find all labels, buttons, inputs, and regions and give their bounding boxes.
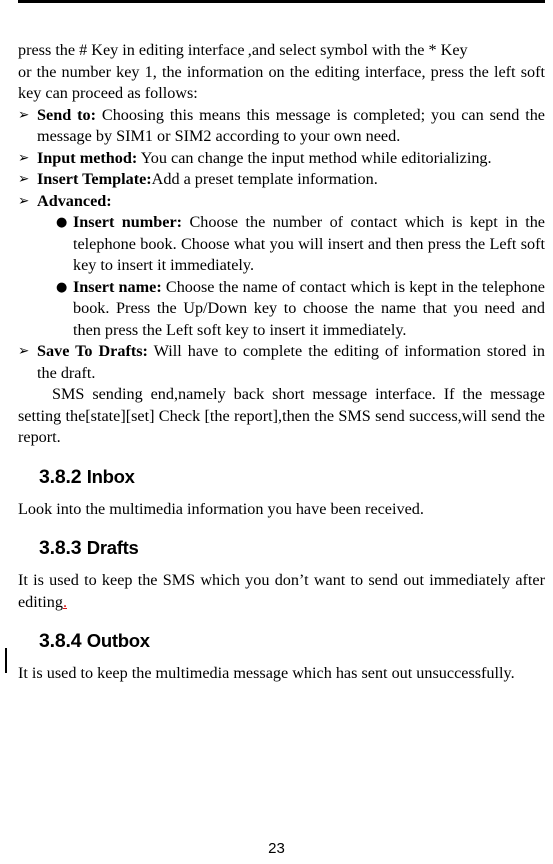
list-item-advanced: ➢ Advanced: xyxy=(18,191,545,213)
tracked-insertion-mark: . xyxy=(62,592,68,611)
list-item-input-method: ➢ Input method: You can change the input… xyxy=(18,148,545,170)
list-item-label: Send to: xyxy=(37,105,96,124)
arrow-bullet-icon: ➢ xyxy=(18,106,30,123)
list-item-label: Advanced: xyxy=(37,191,112,210)
list-item-body: Add a preset template information. xyxy=(151,170,378,188)
intro-paragraph: press the # Key in editing interface ,an… xyxy=(18,40,545,105)
list-item-save-to-drafts: ➢ Save To Drafts: Will have to complete … xyxy=(18,341,545,384)
heading-3-8-2: 3.8.2 Inbox xyxy=(18,463,545,491)
heading-3-8-4: 3.8.4 Outbox xyxy=(18,627,545,655)
sublist-item-insert-number: ● Insert number: Choose the number of co… xyxy=(56,212,545,277)
section-body-inbox: Look into the multimedia information you… xyxy=(18,499,424,518)
arrow-bullet-icon: ➢ xyxy=(18,343,30,359)
list-item-label: Insert Template: xyxy=(37,170,152,188)
intro-line-1: press the # Key in editing interface ,an… xyxy=(18,41,468,59)
list-item-insert-template: ➢ Insert Template:Add a preset template … xyxy=(18,169,545,191)
list-item-label: Save To Drafts: xyxy=(37,342,148,360)
heading-title: Inbox xyxy=(86,465,135,487)
sublist-item-label: Insert number: xyxy=(73,213,183,231)
section-body-drafts: It is used to keep the SMS which you don… xyxy=(18,570,545,613)
heading-title: Outbox xyxy=(86,630,150,651)
list-item-send-to: ➢ Send to: Choosing this means this mess… xyxy=(18,105,545,148)
heading-number: 3.8.3 xyxy=(39,537,82,559)
arrow-bullet-icon: ➢ xyxy=(18,149,30,166)
revision-change-bar xyxy=(5,648,7,673)
round-bullet-icon: ● xyxy=(56,215,68,230)
sublist-item-label: Insert name: xyxy=(73,277,162,296)
section-body-outbox: It is used to keep the multimedia messag… xyxy=(18,664,515,682)
section-body-text: It is used to keep the SMS which you don… xyxy=(18,571,545,611)
document-page: press the # Key in editing interface ,an… xyxy=(0,0,553,864)
heading-title: Drafts xyxy=(86,537,139,558)
header-rule xyxy=(18,0,545,3)
arrow-bullet-icon: ➢ xyxy=(18,171,30,187)
list-item-body: You can change the input method while ed… xyxy=(137,148,492,167)
page-content: press the # Key in editing interface ,an… xyxy=(18,40,545,685)
arrow-bullet-icon: ➢ xyxy=(18,192,30,209)
heading-number: 3.8.2 xyxy=(39,465,82,488)
sublist-item-insert-name: ● Insert name: Choose the name of contac… xyxy=(56,277,545,342)
page-number: 23 xyxy=(268,840,285,857)
intro-line-rest: or the number key 1, the information on … xyxy=(18,62,545,103)
list-item-label: Input method: xyxy=(37,148,138,167)
list-item-body: Choosing this means this message is comp… xyxy=(37,105,545,146)
sms-note-paragraph: SMS sending end,namely back short messag… xyxy=(18,385,545,446)
heading-3-8-3: 3.8.3 Drafts xyxy=(18,534,545,562)
heading-number: 3.8.4 xyxy=(39,630,82,652)
round-bullet-icon: ● xyxy=(56,279,68,295)
